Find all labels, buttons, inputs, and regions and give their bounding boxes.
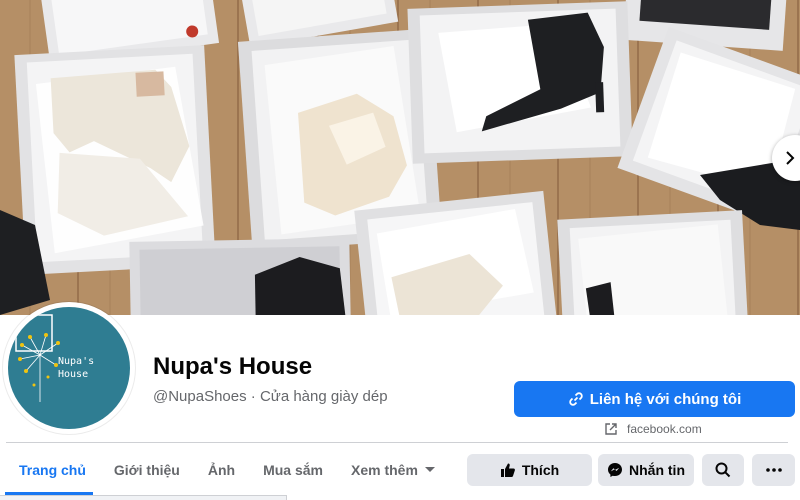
logo-text: Nupa's House (58, 355, 118, 381)
tab-label: Mua sắm (263, 462, 323, 478)
thumbs-up-icon (500, 463, 515, 477)
header-divider (6, 442, 788, 443)
contact-us-button[interactable]: Liên hệ với chúng tôi (514, 381, 795, 417)
search-page-button[interactable] (702, 454, 744, 486)
search-icon (715, 462, 731, 478)
website-link[interactable]: facebook.com (604, 422, 702, 436)
message-button[interactable]: Nhắn tin (598, 454, 694, 486)
more-icon (765, 468, 782, 472)
tab-label: Trang chủ (19, 462, 86, 478)
page-handle-category: @NupaShoes · Cửa hàng giày dép (153, 388, 388, 405)
cover-photo[interactable] (0, 0, 800, 315)
facebook-page-header: Nupa's House Nupa's House @NupaShoes · C… (0, 0, 800, 500)
page-avatar[interactable]: Nupa's House (8, 307, 130, 429)
messenger-icon (608, 463, 622, 477)
external-link-icon (605, 423, 617, 435)
content-area-edge (0, 495, 287, 500)
message-button-label: Nhắn tin (629, 462, 685, 478)
chevron-right-icon (786, 151, 795, 165)
chevron-down-icon (424, 467, 435, 472)
logo-text-line: Nupa's (58, 356, 95, 367)
tab-about[interactable]: Giới thiệu (100, 448, 194, 492)
website-link-text: facebook.com (627, 422, 702, 436)
tab-label: Giới thiệu (113, 462, 180, 478)
page-tabs: Trang chủ Giới thiệu Ảnh Mua sắm Xem thê… (5, 448, 450, 492)
more-options-button[interactable] (752, 454, 795, 486)
tab-shop[interactable]: Mua sắm (249, 448, 337, 492)
logo-text-line: House (58, 369, 89, 380)
page-title[interactable]: Nupa's House (153, 353, 312, 381)
tab-home[interactable]: Trang chủ (5, 448, 100, 492)
like-button[interactable]: Thích (467, 454, 592, 486)
tab-label: Ảnh (207, 462, 236, 478)
like-button-label: Thích (521, 462, 560, 478)
link-icon (569, 392, 583, 406)
tab-more[interactable]: Xem thêm (337, 448, 450, 492)
tab-label: Xem thêm (351, 462, 418, 478)
contact-button-label: Liên hệ với chúng tôi (589, 390, 742, 408)
cover-photo-illustration (0, 0, 800, 315)
tab-photos[interactable]: Ảnh (194, 448, 249, 492)
